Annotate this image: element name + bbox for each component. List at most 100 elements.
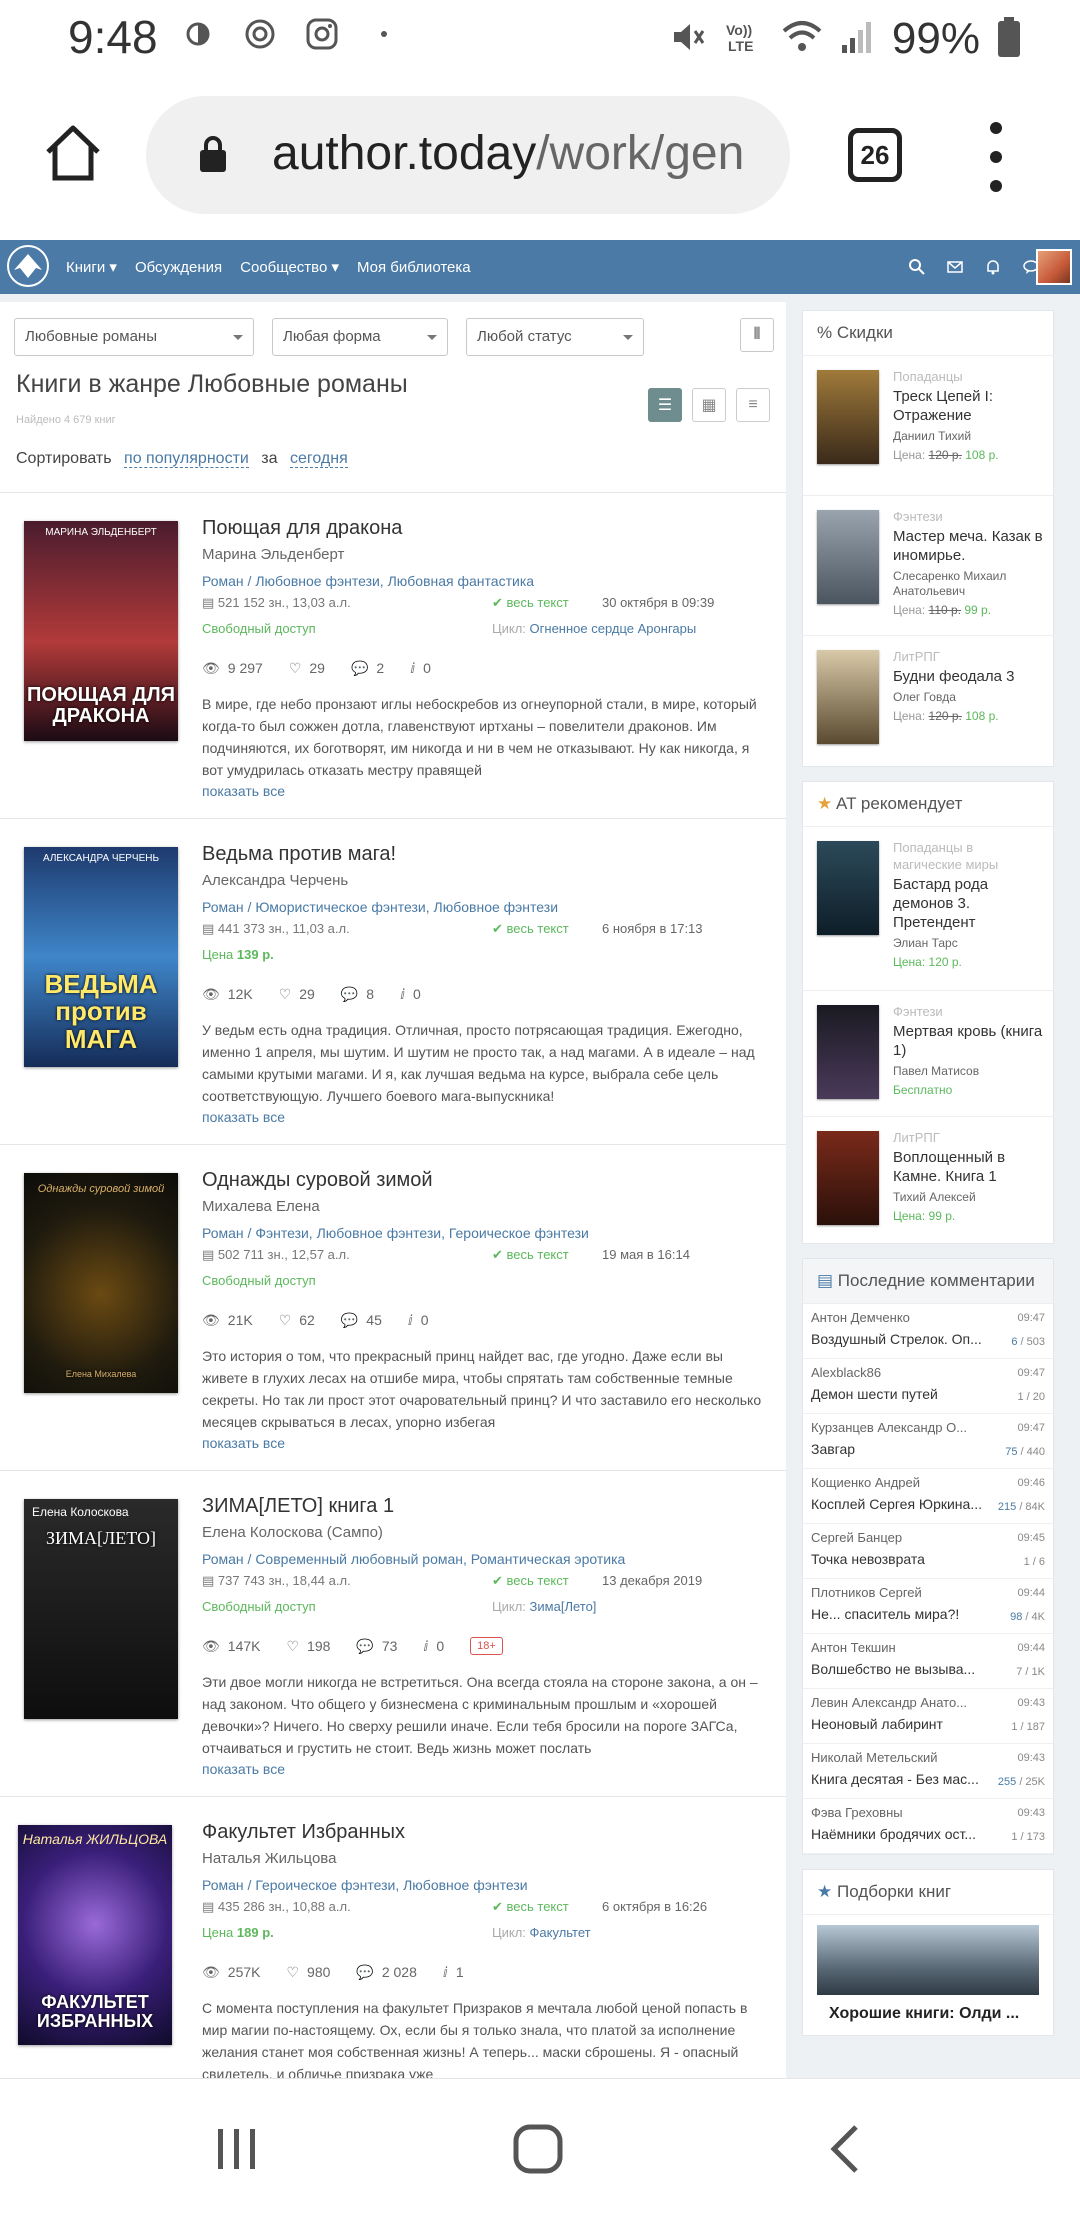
book-title[interactable]: Поющая для дракона (202, 517, 772, 540)
book-cover[interactable] (817, 841, 879, 935)
form-select[interactable]: Любая форма (272, 318, 448, 356)
home-nav-icon[interactable] (508, 2119, 568, 2179)
book-title[interactable]: Ведьма против мага! (202, 843, 772, 866)
comment-topic[interactable]: Воздушный Стрелок. Оп... (811, 1331, 991, 1347)
comment-topic[interactable]: Не... спаситель мира?! (811, 1606, 991, 1622)
book-title[interactable]: Однажды суровой зимой (202, 1169, 772, 1192)
comment-author[interactable]: Фэва Греховны (811, 1805, 1001, 1820)
book-genres[interactable]: Роман / Юмористическое фэнтези, Любовное… (202, 899, 772, 915)
comment-topic[interactable]: Волшебство не вызыва... (811, 1661, 991, 1677)
bell-icon[interactable] (984, 258, 1002, 276)
recommended-item[interactable]: ЛитРПГ Воплощенный в Камне. Книга 1 Тихи… (803, 1117, 1053, 1243)
genre-select[interactable]: Любовные романы (14, 318, 254, 356)
comment-author[interactable]: Антон Текшин (811, 1640, 1001, 1655)
show-more-link[interactable]: показать все (202, 1435, 772, 1451)
compact-view-icon[interactable]: ≡ (736, 388, 770, 422)
recent-apps-icon[interactable] (206, 2119, 266, 2179)
book-cycle[interactable]: Цикл: Зима[Лето] (492, 1599, 596, 1614)
nav-discussions[interactable]: Обсуждения (135, 259, 222, 276)
book-author[interactable]: Марина Эльденберт (202, 546, 772, 563)
comment-author[interactable]: Плотников Сергей (811, 1585, 1001, 1600)
comment-author[interactable]: Alexblack86 (811, 1365, 1001, 1380)
comment-author[interactable]: Антон Демченко (811, 1310, 1001, 1325)
book-cover[interactable]: АЛЕКСАНДРА ЧЕРЧЕНЬ ВЕДЬМА против МАГА (24, 847, 178, 1067)
grid-view-icon[interactable]: ▦ (692, 388, 726, 422)
book-cover[interactable] (817, 1131, 879, 1225)
book-author[interactable]: Наталья Жильцова (202, 1850, 772, 1867)
book-author[interactable]: Елена Колоскова (Сампо) (202, 1524, 772, 1541)
book-cover[interactable] (817, 510, 879, 604)
book-title[interactable]: Факультет Избранных (202, 1821, 772, 1844)
search-icon[interactable] (908, 258, 926, 276)
user-avatar[interactable] (1036, 249, 1072, 285)
discount-item[interactable]: Попаданцы Треск Цепей I: Отражение Дании… (803, 356, 1053, 496)
book-genres[interactable]: Роман / Современный любовный роман, Рома… (202, 1551, 772, 1567)
comment-topic[interactable]: Наёмники бродячих ост... (811, 1826, 991, 1842)
discounts-header[interactable]: % Скидки (803, 311, 1053, 356)
comments-header[interactable]: ▤ Последние комментарии (803, 1259, 1053, 1304)
book-author[interactable]: Александра Черчень (202, 872, 772, 889)
show-more-link[interactable]: показать все (202, 1761, 772, 1777)
comment-item[interactable]: Плотников Сергей 09:44 Не... спаситель мир… (803, 1579, 1053, 1634)
more-menu-button[interactable] (984, 122, 1008, 192)
comment-topic[interactable]: Завгар (811, 1441, 991, 1457)
status-select[interactable]: Любой статус (466, 318, 644, 356)
comment-author[interactable]: Кощиенко Андрей (811, 1475, 1001, 1490)
book-cover[interactable] (817, 1005, 879, 1099)
comment-author[interactable]: Николай Метельский (811, 1750, 1001, 1765)
sort-dropdown[interactable]: по популярности (124, 450, 249, 468)
comment-item[interactable]: Фэва Греховны 09:43 Наёмники бродячих ост.… (803, 1799, 1053, 1854)
discount-item[interactable]: ЛитРПГ Будни феодала 3 Олег Говда Цена: … (803, 636, 1053, 766)
tab-switcher-button[interactable]: 26 (848, 128, 902, 182)
comment-author[interactable]: Сергей Банцер (811, 1530, 1001, 1545)
book-cover[interactable]: МАРИНА ЭЛЬДЕНБЕРТ ПОЮЩАЯ ДЛЯ ДРАКОНА (24, 521, 178, 741)
collections-header[interactable]: ★ Подборки книг (803, 1870, 1053, 1915)
back-icon[interactable] (816, 2119, 876, 2179)
home-button[interactable] (42, 122, 104, 184)
comment-author[interactable]: Курзанцев Александр О... (811, 1420, 1001, 1435)
book-cover[interactable]: Однажды суровой зимой Елена Михалева (24, 1173, 178, 1393)
period-dropdown[interactable]: сегодня (289, 450, 348, 468)
comment-item[interactable]: Антон Текшин 09:44 Волшебство не вызыва...… (803, 1634, 1053, 1689)
collection-card[interactable]: Хорошие книги: Олди ... (803, 1915, 1053, 2035)
nav-community-menu[interactable]: Сообщество ▾ (240, 258, 339, 276)
book-cycle[interactable]: Цикл: Огненное сердце Аронгары (492, 621, 696, 636)
book-genres[interactable]: Роман / Героическое фэнтези, Любовное фэ… (202, 1877, 772, 1893)
comment-topic[interactable]: Косплей Сергея Юркина... (811, 1496, 991, 1512)
mail-icon[interactable] (946, 258, 964, 276)
address-bar[interactable]: author.today/work/gen (146, 96, 790, 214)
comment-author[interactable]: Левин Александр Анато... (811, 1695, 1001, 1710)
book-genres[interactable]: Роман / Любовное фэнтези, Любовная фанта… (202, 573, 772, 589)
nav-books-menu[interactable]: Книги ▾ (66, 258, 117, 276)
list-view-icon[interactable]: ☰ (648, 388, 682, 422)
book-genres[interactable]: Роман / Фэнтези, Любовное фэнтези, Герои… (202, 1225, 772, 1241)
site-logo-icon[interactable] (6, 244, 50, 288)
comment-item[interactable]: Сергей Банцер 09:45 Точка невозврата 1 / 6 (803, 1524, 1053, 1579)
comment-topic[interactable]: Демон шести путей (811, 1386, 991, 1402)
comment-item[interactable]: Alexblack86 09:47 Демон шести путей 1 / 20 (803, 1359, 1053, 1414)
comment-topic[interactable]: Книга десятая - Без мас... (811, 1771, 991, 1787)
comment-item[interactable]: Левин Александр Анато... 09:43 Неоновый ла… (803, 1689, 1053, 1744)
comment-item[interactable]: Антон Демченко 09:47 Воздушный Стрелок. Оп… (803, 1304, 1053, 1359)
book-cover[interactable]: Елена Колоскова ЗИМА[ЛЕТО] (24, 1499, 178, 1719)
book-cover[interactable] (817, 650, 879, 744)
recommends-header[interactable]: ★ AT рекомендует (803, 782, 1053, 827)
book-title[interactable]: ЗИМА[ЛЕТО] книга 1 (202, 1495, 772, 1518)
show-more-link[interactable]: показать все (202, 783, 772, 799)
nav-my-library[interactable]: Моя библиотека (357, 259, 471, 276)
advanced-filters-button[interactable]: ⦀ (740, 318, 774, 352)
recommended-item[interactable]: Попаданцы в магические миры Бастард рода… (803, 827, 1053, 991)
svg-text:Vo)): Vo)) (726, 22, 752, 38)
book-cover[interactable] (817, 370, 879, 464)
show-more-link[interactable]: показать все (202, 1109, 772, 1125)
book-cycle[interactable]: Цикл: Факультет (492, 1925, 591, 1940)
comment-topic[interactable]: Точка невозврата (811, 1551, 991, 1567)
recommended-item[interactable]: Фэнтези Мертвая кровь (книга 1) Павел Ма… (803, 991, 1053, 1117)
comment-topic[interactable]: Неоновый лабиринт (811, 1716, 991, 1732)
book-cover[interactable]: Наталья ЖИЛЬЦОВА ФАКУЛЬТЕТ ИЗБРАННЫХ (18, 1825, 172, 2045)
comment-item[interactable]: Кощиенко Андрей 09:46 Косплей Сергея Юркин… (803, 1469, 1053, 1524)
book-author[interactable]: Михалева Елена (202, 1198, 772, 1215)
comment-item[interactable]: Курзанцев Александр О... 09:47 Завгар 75 / … (803, 1414, 1053, 1469)
discount-item[interactable]: Фэнтези Мастер меча. Казак в иномирье. С… (803, 496, 1053, 636)
comment-item[interactable]: Николай Метельский 09:43 Книга десятая - Б… (803, 1744, 1053, 1799)
